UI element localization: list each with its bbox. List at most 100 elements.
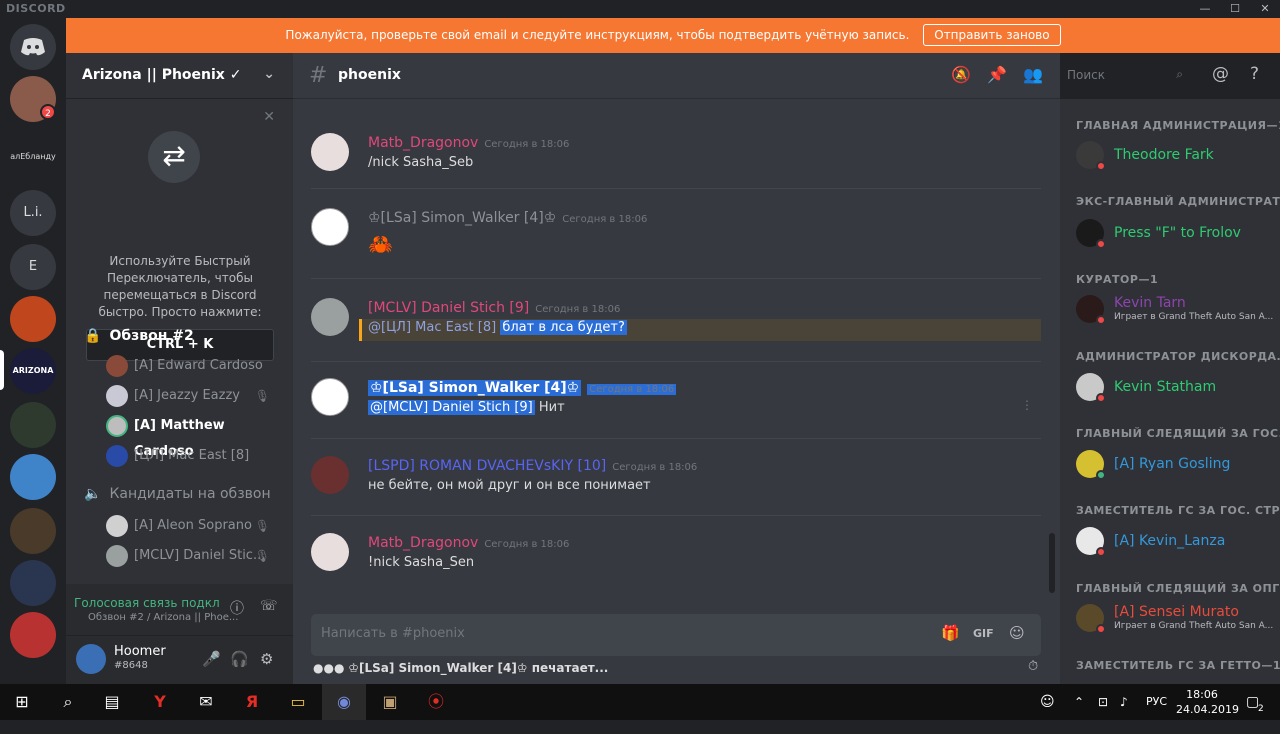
mic-muted-icon: 🎙 xyxy=(254,519,270,533)
voice-user[interactable]: [A] Edward Cardoso xyxy=(106,353,286,379)
headphones-icon[interactable]: 🎧 xyxy=(230,650,249,668)
member[interactable]: [A] Kevin_Lanza xyxy=(1076,527,1276,559)
role-header: КУРАТОР—1 xyxy=(1076,273,1159,286)
avatar[interactable] xyxy=(311,298,349,336)
avatar[interactable] xyxy=(311,533,349,571)
message-author[interactable]: ♔[LSa] Simon_Walker [4]♔ xyxy=(368,380,582,396)
status-dot xyxy=(1096,470,1106,480)
gear-icon[interactable]: ⚙ xyxy=(260,650,273,668)
member[interactable]: Theodore Fark xyxy=(1076,141,1276,173)
voice-user[interactable]: [A] Matthew Cardoso xyxy=(106,413,286,459)
emoji-icon[interactable]: ☺ xyxy=(1009,624,1025,642)
voice-channel[interactable]: 🔒 Обзвон #2 xyxy=(66,325,293,347)
server-icon-text[interactable]: алЕбланду xyxy=(10,134,56,180)
member[interactable]: Kevin Tarn Играет в Grand Theft Auto San… xyxy=(1076,295,1276,327)
server-list: 2 алЕбланду L.i. E ARIZONA xyxy=(0,18,66,684)
voice-user[interactable]: [A] Aleon Soprano 🎙 xyxy=(106,513,286,539)
member[interactable]: Press "F" to Frolov xyxy=(1076,219,1276,251)
server-icon-red[interactable] xyxy=(10,612,56,658)
role-header: ЗАМЕСТИТЕЛЬ ГС ЗА ГОС. СТР... xyxy=(1076,504,1280,517)
discord-taskbar-icon[interactable]: ◉ xyxy=(322,684,366,720)
voice-user-name: [A] Jeazzy Eazzy xyxy=(134,388,240,403)
avatar xyxy=(106,545,128,567)
user-mention[interactable]: @[MCLV] Daniel Stich [9] xyxy=(368,400,535,415)
file-explorer-icon[interactable]: ▭ xyxy=(276,684,320,720)
windows-start-icon[interactable]: ⊞ xyxy=(0,684,44,720)
message-author[interactable]: [LSPD] ROMAN DVACHEVsKIY [10] xyxy=(368,458,606,474)
maximize-button[interactable]: ☐ xyxy=(1220,0,1250,18)
avatar[interactable] xyxy=(311,133,349,171)
server-icon-raccoon[interactable] xyxy=(10,508,56,554)
avatar[interactable] xyxy=(311,378,349,416)
minimize-button[interactable]: — xyxy=(1190,0,1220,18)
avatar[interactable] xyxy=(311,208,349,246)
voice-channel-path[interactable]: Обзвон #2 / Arizona || Phoe... xyxy=(88,612,238,623)
message-timestamp: Сегодня в 18:06 xyxy=(535,304,621,315)
discord-logo-icon[interactable] xyxy=(10,24,56,70)
speaker-icon: 🔈 xyxy=(84,486,102,502)
language-indicator[interactable]: РУС xyxy=(1146,684,1167,720)
tray-arrow-icon[interactable]: ⌃ xyxy=(1074,684,1084,720)
user-mention[interactable]: @[ЦЛ] Mac East [8] xyxy=(368,320,496,335)
clock[interactable]: 18:06 24.04.2019 xyxy=(1176,687,1239,717)
server-icon-arizona[interactable]: ARIZONA xyxy=(10,348,56,394)
message: [LSPD] ROMAN DVACHEVsKIY [10] Сегодня в 1… xyxy=(293,456,1060,506)
voice-user[interactable]: [ЦЛ] Mac East [8] xyxy=(106,443,286,469)
member[interactable]: Kevin Statham xyxy=(1076,373,1276,405)
server-header[interactable]: Arizona || Phoenix ✓ ⌄ xyxy=(66,53,293,99)
chevron-down-icon: ⌄ xyxy=(263,66,275,82)
role-header: ГЛАВНАЯ АДМИНИСТРАЦИЯ—1 xyxy=(1076,119,1280,132)
resend-button[interactable]: Отправить заново xyxy=(923,24,1061,46)
message-timestamp: Сегодня в 18:06 xyxy=(562,214,648,225)
search-input[interactable]: Поиск ⌕ xyxy=(1061,63,1191,87)
microphone-icon[interactable]: 🎤 xyxy=(202,650,221,668)
server-icon-li[interactable]: L.i. xyxy=(10,190,56,236)
gif-icon[interactable]: GIF xyxy=(973,627,994,640)
server-icon-globe[interactable] xyxy=(10,454,56,500)
status-dot xyxy=(1096,161,1106,171)
yandex-icon[interactable]: Я xyxy=(230,684,274,720)
game-icon[interactable]: ▣ xyxy=(368,684,412,720)
avatar[interactable] xyxy=(311,456,349,494)
message-input[interactable]: Написать в #phoenix 🎁 GIF ☺ xyxy=(311,614,1041,656)
task-view-icon[interactable]: ▤ xyxy=(90,684,134,720)
message-author[interactable]: Matb_Dragonov xyxy=(368,535,478,551)
voice-user[interactable]: [MCLV] Daniel Stic... 🎙 xyxy=(106,543,286,569)
disconnect-icon[interactable]: ☏ xyxy=(260,598,278,614)
member[interactable]: [A] Ryan Gosling xyxy=(1076,450,1276,482)
voice-channel[interactable]: 🔈 Кандидаты на обзвон xyxy=(66,483,293,505)
network-icon[interactable]: ⊡ xyxy=(1098,684,1108,720)
message-header: ♔[LSa] Simon_Walker [4]♔ Сегодня в 18:06 xyxy=(368,210,647,226)
help-icon[interactable]: ? xyxy=(1250,64,1259,84)
close-icon[interactable]: ✕ xyxy=(263,109,275,125)
volume-icon[interactable]: ♪ xyxy=(1120,684,1128,720)
server-icon-fighter[interactable] xyxy=(10,560,56,606)
mail-icon[interactable]: ✉ xyxy=(184,684,228,720)
members-icon[interactable]: 👥 xyxy=(1023,65,1043,84)
pin-icon[interactable]: 📌 xyxy=(987,65,1007,84)
scrollbar[interactable] xyxy=(1049,533,1055,593)
yandex-browser-icon[interactable]: Y xyxy=(138,684,182,720)
info-icon[interactable]: ⓘ xyxy=(230,598,244,618)
message-author[interactable]: [MCLV] Daniel Stich [9] xyxy=(368,300,529,316)
search-icon[interactable]: ⌕ xyxy=(46,684,90,720)
server-icon-e[interactable]: E xyxy=(10,244,56,290)
member[interactable]: [A] Sensei Murato Играет в Grand Theft A… xyxy=(1076,604,1276,636)
member-name: [A] Sensei Murato xyxy=(1114,604,1239,620)
close-button[interactable]: ✕ xyxy=(1250,0,1280,18)
mute-bell-icon[interactable]: 🔕 xyxy=(951,65,971,84)
server-icon-dark[interactable] xyxy=(10,402,56,448)
server-icon-fire[interactable] xyxy=(10,296,56,342)
message: Matb_Dragonov Сегодня в 18:06 /nick Sasha… xyxy=(293,133,1060,173)
gift-icon[interactable]: 🎁 xyxy=(941,624,960,642)
people-icon[interactable]: ☺ xyxy=(1040,684,1055,720)
record-icon[interactable]: ⦿ xyxy=(414,684,458,720)
more-options-icon[interactable]: ⋮ xyxy=(1021,398,1033,412)
message-author[interactable]: ♔[LSa] Simon_Walker [4]♔ xyxy=(368,210,556,226)
clock-time: 18:06 xyxy=(1186,688,1218,701)
mention-icon[interactable]: @ xyxy=(1212,64,1229,84)
voice-user[interactable]: [A] Jeazzy Eazzy 🎙 xyxy=(106,383,286,409)
avatar[interactable] xyxy=(76,644,106,674)
message-author[interactable]: Matb_Dragonov xyxy=(368,135,478,151)
search-icon: ⌕ xyxy=(1176,67,1183,81)
